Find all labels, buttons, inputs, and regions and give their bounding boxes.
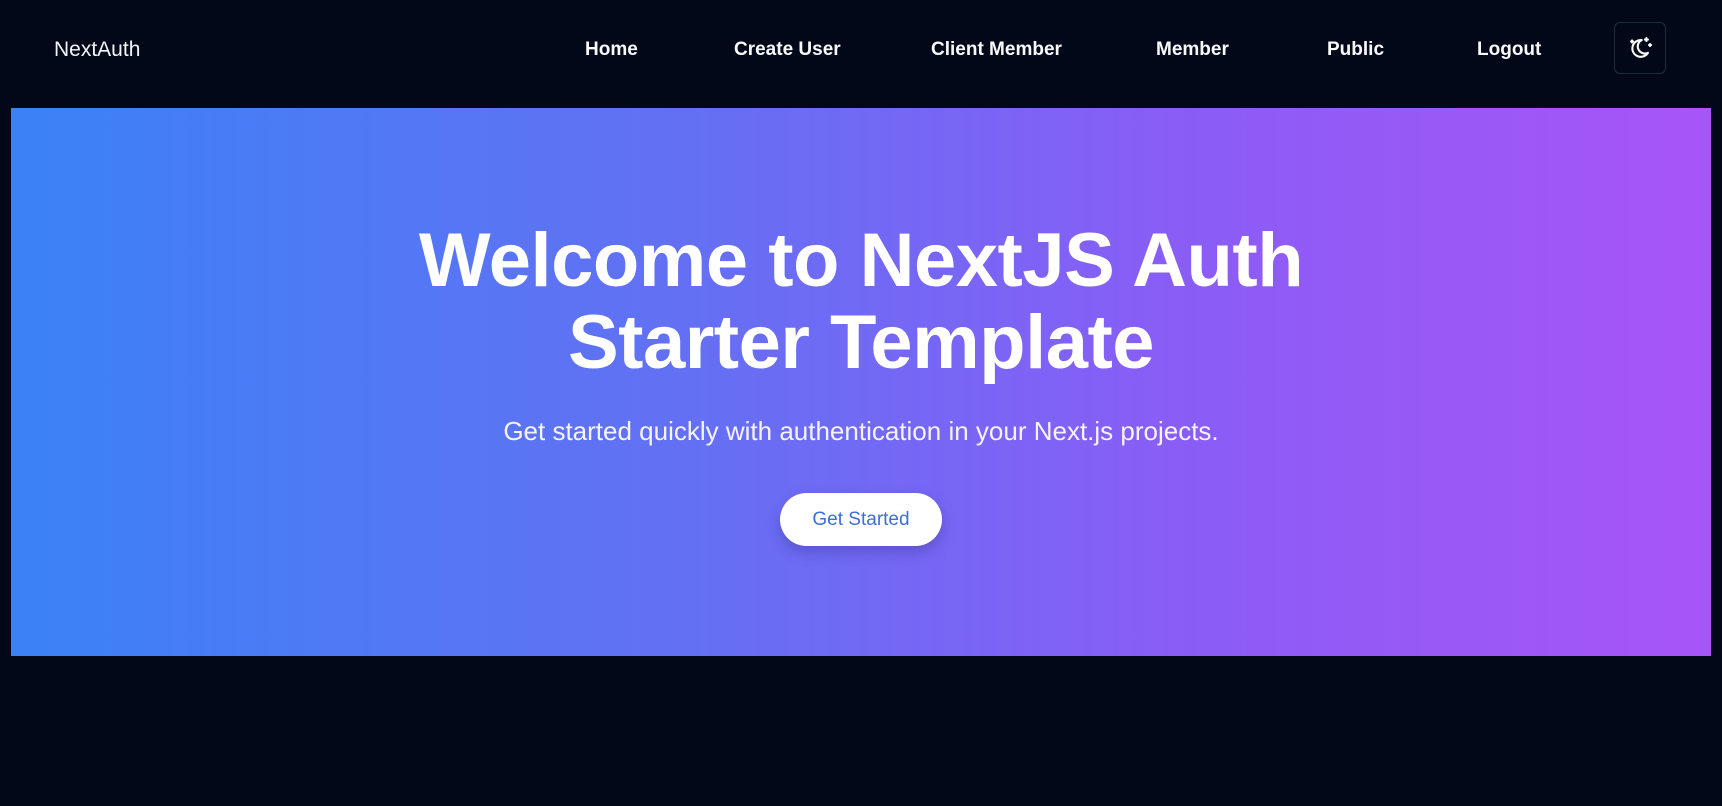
theme-toggle-button[interactable] (1614, 22, 1666, 74)
nav-create-user-link[interactable]: Create User (734, 36, 841, 64)
nav-logout-link[interactable]: Logout (1477, 36, 1541, 64)
main-nav: Home Create User Client Member Member Pu… (0, 36, 1722, 64)
hero-banner: Welcome to NextJS Auth Starter Template … (11, 108, 1711, 656)
moon-stars-icon (1629, 37, 1653, 58)
nav-home-link[interactable]: Home (585, 36, 638, 64)
hero-title-line-1: Welcome to NextJS Auth (418, 218, 1304, 303)
hero-title: Welcome to NextJS Auth Starter Template (11, 220, 1711, 384)
nav-client-member-link[interactable]: Client Member (931, 36, 1062, 64)
nav-public-link[interactable]: Public (1327, 36, 1384, 64)
hero-content: Welcome to NextJS Auth Starter Template … (11, 108, 1711, 656)
hero-subtitle: Get started quickly with authentication … (503, 416, 1219, 446)
hero-title-line-2: Starter Template (567, 300, 1155, 385)
nav-member-link[interactable]: Member (1156, 36, 1229, 64)
top-navbar: NextAuth Home Create User Client Member … (0, 0, 1722, 100)
get-started-button[interactable]: Get Started (780, 493, 942, 546)
